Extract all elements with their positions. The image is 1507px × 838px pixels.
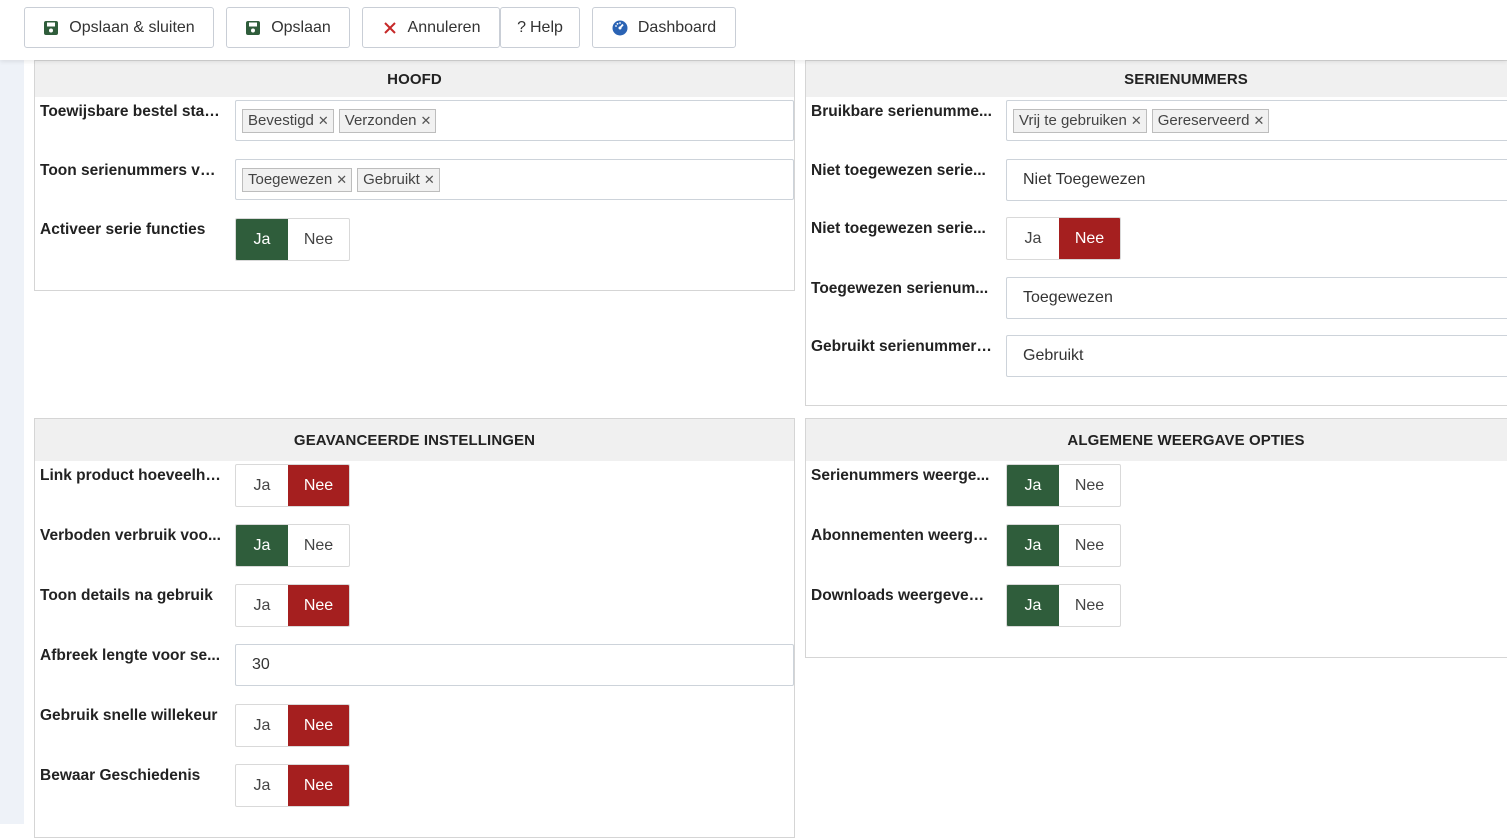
yes-no-toggle: Ja Nee: [235, 464, 350, 507]
field-label: Link product hoeveelhe...: [40, 467, 222, 484]
chip-label: Toegewezen: [248, 171, 333, 188]
field-label: Gebruik snelle willekeur: [40, 707, 218, 724]
chip: Gereserveerd ✕: [1151, 108, 1270, 133]
toggle-yes[interactable]: Ja: [236, 219, 288, 260]
remove-chip-icon[interactable]: ✕: [336, 172, 347, 188]
yes-no-toggle: Ja Nee: [235, 704, 350, 747]
floppy-disk-icon: [43, 20, 59, 36]
toggle-no[interactable]: Nee: [288, 525, 349, 566]
chip-label: Gebruikt: [363, 171, 420, 188]
dashboard-button[interactable]: Dashboard: [592, 7, 736, 48]
yes-no-toggle: Ja Nee: [235, 584, 350, 627]
field-label: Downloads weergeven ...: [811, 587, 993, 604]
multi-select-show-serials[interactable]: Toegewezen ✕ Gebruikt ✕: [235, 159, 794, 200]
panel-title: HOOFD: [35, 61, 794, 97]
field-label: Bruikbare serienumme...: [811, 103, 992, 120]
save-close-label: Opslaan & sluiten: [69, 18, 195, 36]
field-label: Afbreek lengte voor se...: [40, 647, 221, 664]
remove-chip-icon[interactable]: ✕: [424, 172, 435, 188]
question-mark-icon: ?: [517, 18, 526, 36]
remove-chip-icon[interactable]: ✕: [1131, 113, 1142, 129]
field-label: Toon serienummers vo...: [40, 162, 222, 179]
toggle-no[interactable]: Nee: [1059, 465, 1120, 506]
toggle-yes[interactable]: Ja: [236, 585, 288, 626]
help-button[interactable]: ? Help: [500, 7, 580, 48]
panel-title: SERIENUMMERS: [806, 61, 1507, 97]
toggle-yes[interactable]: Ja: [236, 465, 288, 506]
yes-no-toggle: Ja Nee: [235, 524, 350, 567]
left-sidebar-strip: [0, 60, 24, 824]
toggle-no[interactable]: Nee: [288, 219, 349, 260]
toggle-yes[interactable]: Ja: [236, 765, 288, 806]
toggle-yes[interactable]: Ja: [1007, 525, 1059, 566]
toggle-no[interactable]: Nee: [1059, 525, 1120, 566]
chip: Vrij te gebruiken ✕: [1013, 108, 1147, 133]
chip-label: Bevestigd: [248, 112, 314, 129]
save-button[interactable]: Opslaan: [226, 7, 350, 48]
toggle-no[interactable]: Nee: [1059, 585, 1120, 626]
toggle-yes[interactable]: Ja: [1007, 465, 1059, 506]
chip: Gebruikt ✕: [357, 167, 440, 192]
panel-advanced-settings: GEAVANCEERDE INSTELLINGEN Link product h…: [34, 418, 795, 838]
toggle-yes[interactable]: Ja: [236, 705, 288, 746]
dashboard-gauge-icon: [612, 20, 628, 36]
yes-no-toggle: Ja Nee: [1006, 524, 1121, 567]
multi-select-usable-serials[interactable]: Vrij te gebruiken ✕ Gereserveerd ✕: [1006, 100, 1507, 141]
toggle-no[interactable]: Nee: [1059, 218, 1120, 259]
toggle-no[interactable]: Nee: [288, 705, 349, 746]
field-label: Activeer serie functies: [40, 221, 206, 238]
field-label: Toewijsbare bestel stat...: [40, 103, 222, 120]
close-icon: [382, 20, 398, 36]
toggle-no[interactable]: Nee: [288, 765, 349, 806]
chip-label: Gereserveerd: [1157, 112, 1250, 129]
save-close-button[interactable]: Opslaan & sluiten: [24, 7, 214, 48]
field-label: Toegewezen serienum...: [811, 280, 989, 297]
field-label: Bewaar Geschiedenis: [40, 767, 201, 784]
field-label: Niet toegewezen serie...: [811, 220, 986, 237]
toggle-no[interactable]: Nee: [288, 465, 349, 506]
assigned-serial-input[interactable]: Toegewezen: [1006, 277, 1507, 319]
yes-no-toggle: Ja Nee: [235, 764, 350, 807]
panel-hoofd: HOOFD Toewijsbare bestel stat... Bevesti…: [34, 60, 795, 291]
chip: Bevestigd ✕: [242, 108, 334, 133]
field-label: Serienummers weerge...: [811, 467, 990, 484]
floppy-disk-icon: [245, 20, 261, 36]
panel-title: GEAVANCEERDE INSTELLINGEN: [35, 419, 794, 461]
remove-chip-icon[interactable]: ✕: [421, 113, 432, 129]
toggle-yes[interactable]: Ja: [236, 525, 288, 566]
truncate-length-input[interactable]: 30: [235, 644, 794, 686]
field-label: Verboden verbruik voo...: [40, 527, 221, 544]
unassigned-serial-input[interactable]: Niet Toegewezen: [1006, 159, 1507, 201]
panel-serienummers: SERIENUMMERS Bruikbare serienumme... Vri…: [805, 60, 1507, 406]
panel-title: ALGEMENE WEERGAVE OPTIES: [806, 419, 1507, 461]
toggle-no[interactable]: Nee: [288, 585, 349, 626]
yes-no-toggle: Ja Nee: [1006, 464, 1121, 507]
help-label: Help: [530, 18, 563, 36]
chip-label: Verzonden: [344, 112, 417, 129]
panel-display-options: ALGEMENE WEERGAVE OPTIES Serienummers we…: [805, 418, 1507, 658]
cancel-button[interactable]: Annuleren: [362, 7, 500, 48]
yes-no-toggle: Ja Nee: [1006, 584, 1121, 627]
chip: Toegewezen ✕: [242, 167, 353, 192]
field-label: Toon details na gebruik: [40, 587, 213, 604]
chip-label: Vrij te gebruiken: [1019, 112, 1127, 129]
dashboard-label: Dashboard: [637, 18, 717, 36]
yes-no-toggle: Ja Nee: [235, 218, 350, 261]
remove-chip-icon[interactable]: ✕: [318, 113, 329, 129]
save-label: Opslaan: [271, 18, 331, 36]
remove-chip-icon[interactable]: ✕: [1253, 113, 1264, 129]
chip: Verzonden ✕: [338, 108, 437, 133]
yes-no-toggle: Ja Nee: [1006, 217, 1121, 260]
field-label: Niet toegewezen serie...: [811, 162, 986, 179]
cancel-label: Annuleren: [407, 18, 481, 36]
field-label: Gebruikt serienummer ...: [811, 338, 993, 355]
toggle-yes[interactable]: Ja: [1007, 218, 1059, 259]
field-label: Abonnementen weerge...: [811, 527, 993, 544]
used-serial-input[interactable]: Gebruikt: [1006, 335, 1507, 377]
toolbar: Opslaan & sluiten Opslaan Annuleren ? He…: [0, 0, 1507, 60]
toggle-yes[interactable]: Ja: [1007, 585, 1059, 626]
multi-select-order-status[interactable]: Bevestigd ✕ Verzonden ✕: [235, 100, 794, 141]
